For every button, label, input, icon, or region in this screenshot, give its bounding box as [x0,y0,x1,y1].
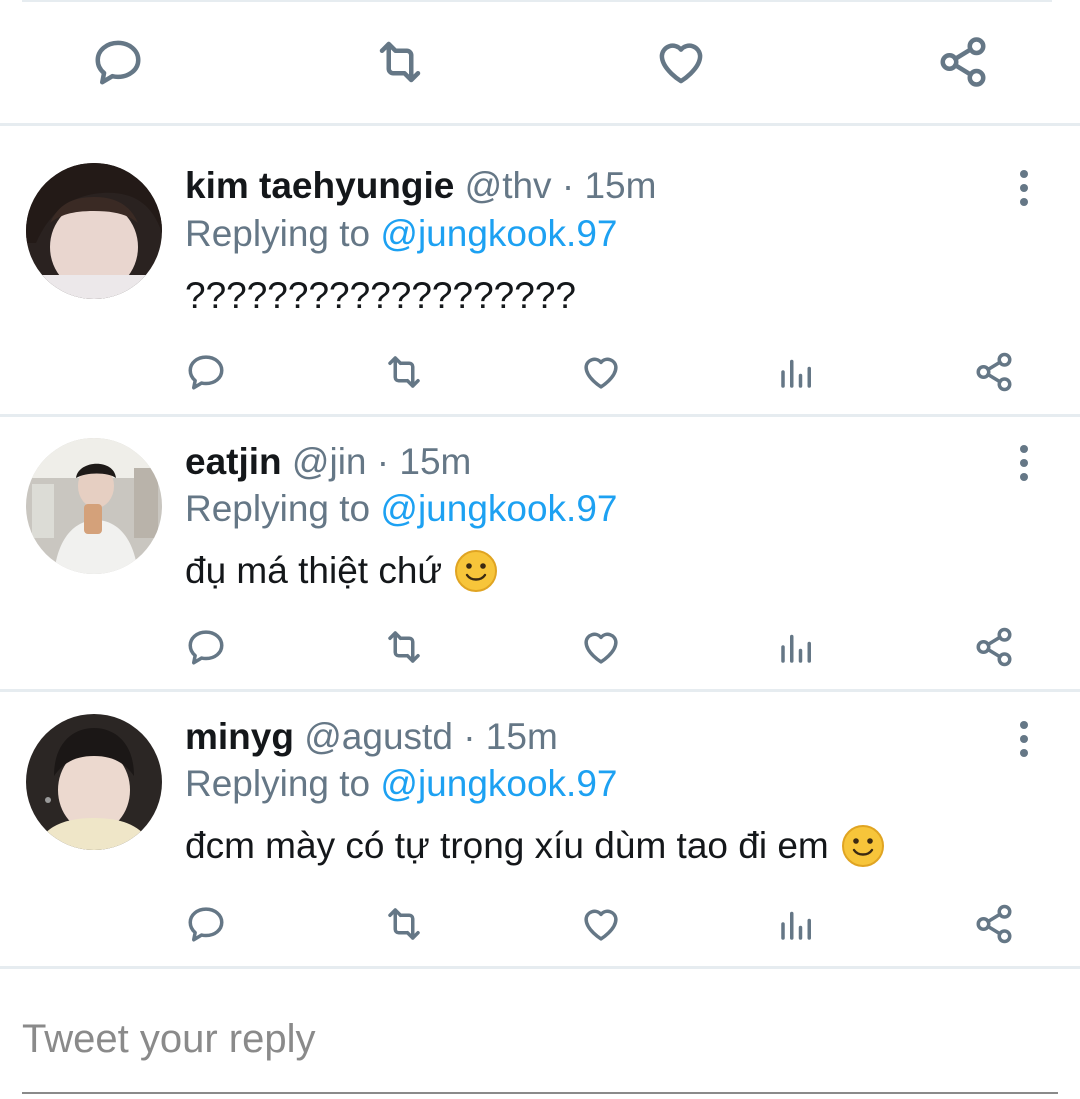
reply-button[interactable] [182,623,230,671]
retweet-button[interactable] [380,348,428,396]
share-button[interactable] [970,900,1018,948]
share-button[interactable] [970,623,1018,671]
reply-header: eatjin @jin · 15m [185,440,471,484]
share-icon [976,627,1012,667]
retweet-icon [379,41,421,83]
reply-tweet[interactable]: minyg @agustd · 15m Replying to @jungkoo… [0,692,1080,969]
retweet-button[interactable] [370,32,430,92]
display-name[interactable]: kim taehyungie [185,165,454,206]
retweet-icon [388,356,420,388]
retweet-button[interactable] [380,623,428,671]
like-icon [584,632,618,664]
avatar[interactable] [26,714,162,850]
reply-icon [95,40,141,85]
user-handle[interactable]: @thv [465,165,552,206]
reply-tweet[interactable]: kim taehyungie @thv · 15m Replying to @j… [0,126,1080,417]
like-button[interactable] [577,900,625,948]
more-vertical-icon [1020,445,1028,481]
share-icon [976,904,1012,944]
replying-to: Replying to @jungkook.97 [185,212,618,256]
like-icon [659,43,703,84]
analytics-button[interactable] [773,900,821,948]
meta-separator: · [561,165,575,206]
more-options-button[interactable] [1004,714,1044,764]
replying-to-label: Replying to [185,213,371,254]
reply-header: minyg @agustd · 15m [185,715,558,759]
analytics-icon [781,634,811,663]
like-icon [584,357,618,389]
retweet-button[interactable] [380,900,428,948]
avatar-photo [26,714,162,850]
tweet-text: ??????????????????? [185,275,576,316]
retweet-icon [388,631,420,663]
more-options-button[interactable] [1004,163,1044,213]
meta-separator: · [376,441,390,482]
share-icon [976,352,1012,392]
analytics-button[interactable] [773,623,821,671]
slightly-smiling-face-icon [841,824,885,868]
more-vertical-icon [1020,721,1028,757]
timestamp[interactable]: 15m [399,441,471,482]
like-icon [584,909,618,941]
analytics-icon [781,359,811,388]
tweet-text: đụ má thiệt chứ [185,547,498,595]
reply-button[interactable] [88,32,148,92]
reply-button[interactable] [182,348,230,396]
meta-separator: · [463,716,476,757]
replying-to-label: Replying to [185,763,371,804]
more-options-button[interactable] [1004,438,1044,488]
tweet-text-content: đụ má thiệt chứ [185,550,443,591]
like-button[interactable] [651,32,711,92]
reply-icon [188,907,224,942]
retweet-icon [388,908,420,940]
timestamp[interactable]: 15m [584,165,656,206]
reply-compose-input[interactable]: Tweet your reply [22,1004,1058,1074]
mention-link[interactable]: @jungkook.97 [380,763,617,804]
timestamp[interactable]: 15m [486,716,558,757]
replying-to: Replying to @jungkook.97 [185,762,618,806]
reply-icon [188,630,224,665]
compose-underline [22,1092,1058,1094]
user-handle[interactable]: @agustd [304,716,453,757]
user-handle[interactable]: @jin [292,441,367,482]
display-name[interactable]: minyg [185,716,294,757]
analytics-button[interactable] [773,348,821,396]
like-button[interactable] [577,348,625,396]
mention-link[interactable]: @jungkook.97 [380,488,617,529]
analytics-icon [781,911,811,940]
reply-tweet[interactable]: eatjin @jin · 15m Replying to @jungkook.… [0,417,1080,692]
share-button[interactable] [933,32,993,92]
display-name[interactable]: eatjin [185,441,282,482]
tweet-action-bar [0,0,1080,126]
more-vertical-icon [1020,170,1028,206]
avatar-photo [26,163,162,299]
like-button[interactable] [577,623,625,671]
slightly-smiling-face-icon [454,549,498,593]
replying-to: Replying to @jungkook.97 [185,487,618,531]
share-button[interactable] [970,348,1018,396]
tweet-text-content: đcm mày có tự trọng xíu dùm tao đi em [185,825,829,866]
share-icon [940,37,986,87]
reply-icon [188,355,224,390]
tweet-text: đcm mày có tự trọng xíu dùm tao đi em [185,822,885,870]
reply-header: kim taehyungie @thv · 15m [185,164,656,208]
reply-button[interactable] [182,900,230,948]
avatar[interactable] [26,438,162,574]
avatar[interactable] [26,163,162,299]
avatar-photo [26,438,162,574]
replying-to-label: Replying to [185,488,371,529]
mention-link[interactable]: @jungkook.97 [380,213,617,254]
